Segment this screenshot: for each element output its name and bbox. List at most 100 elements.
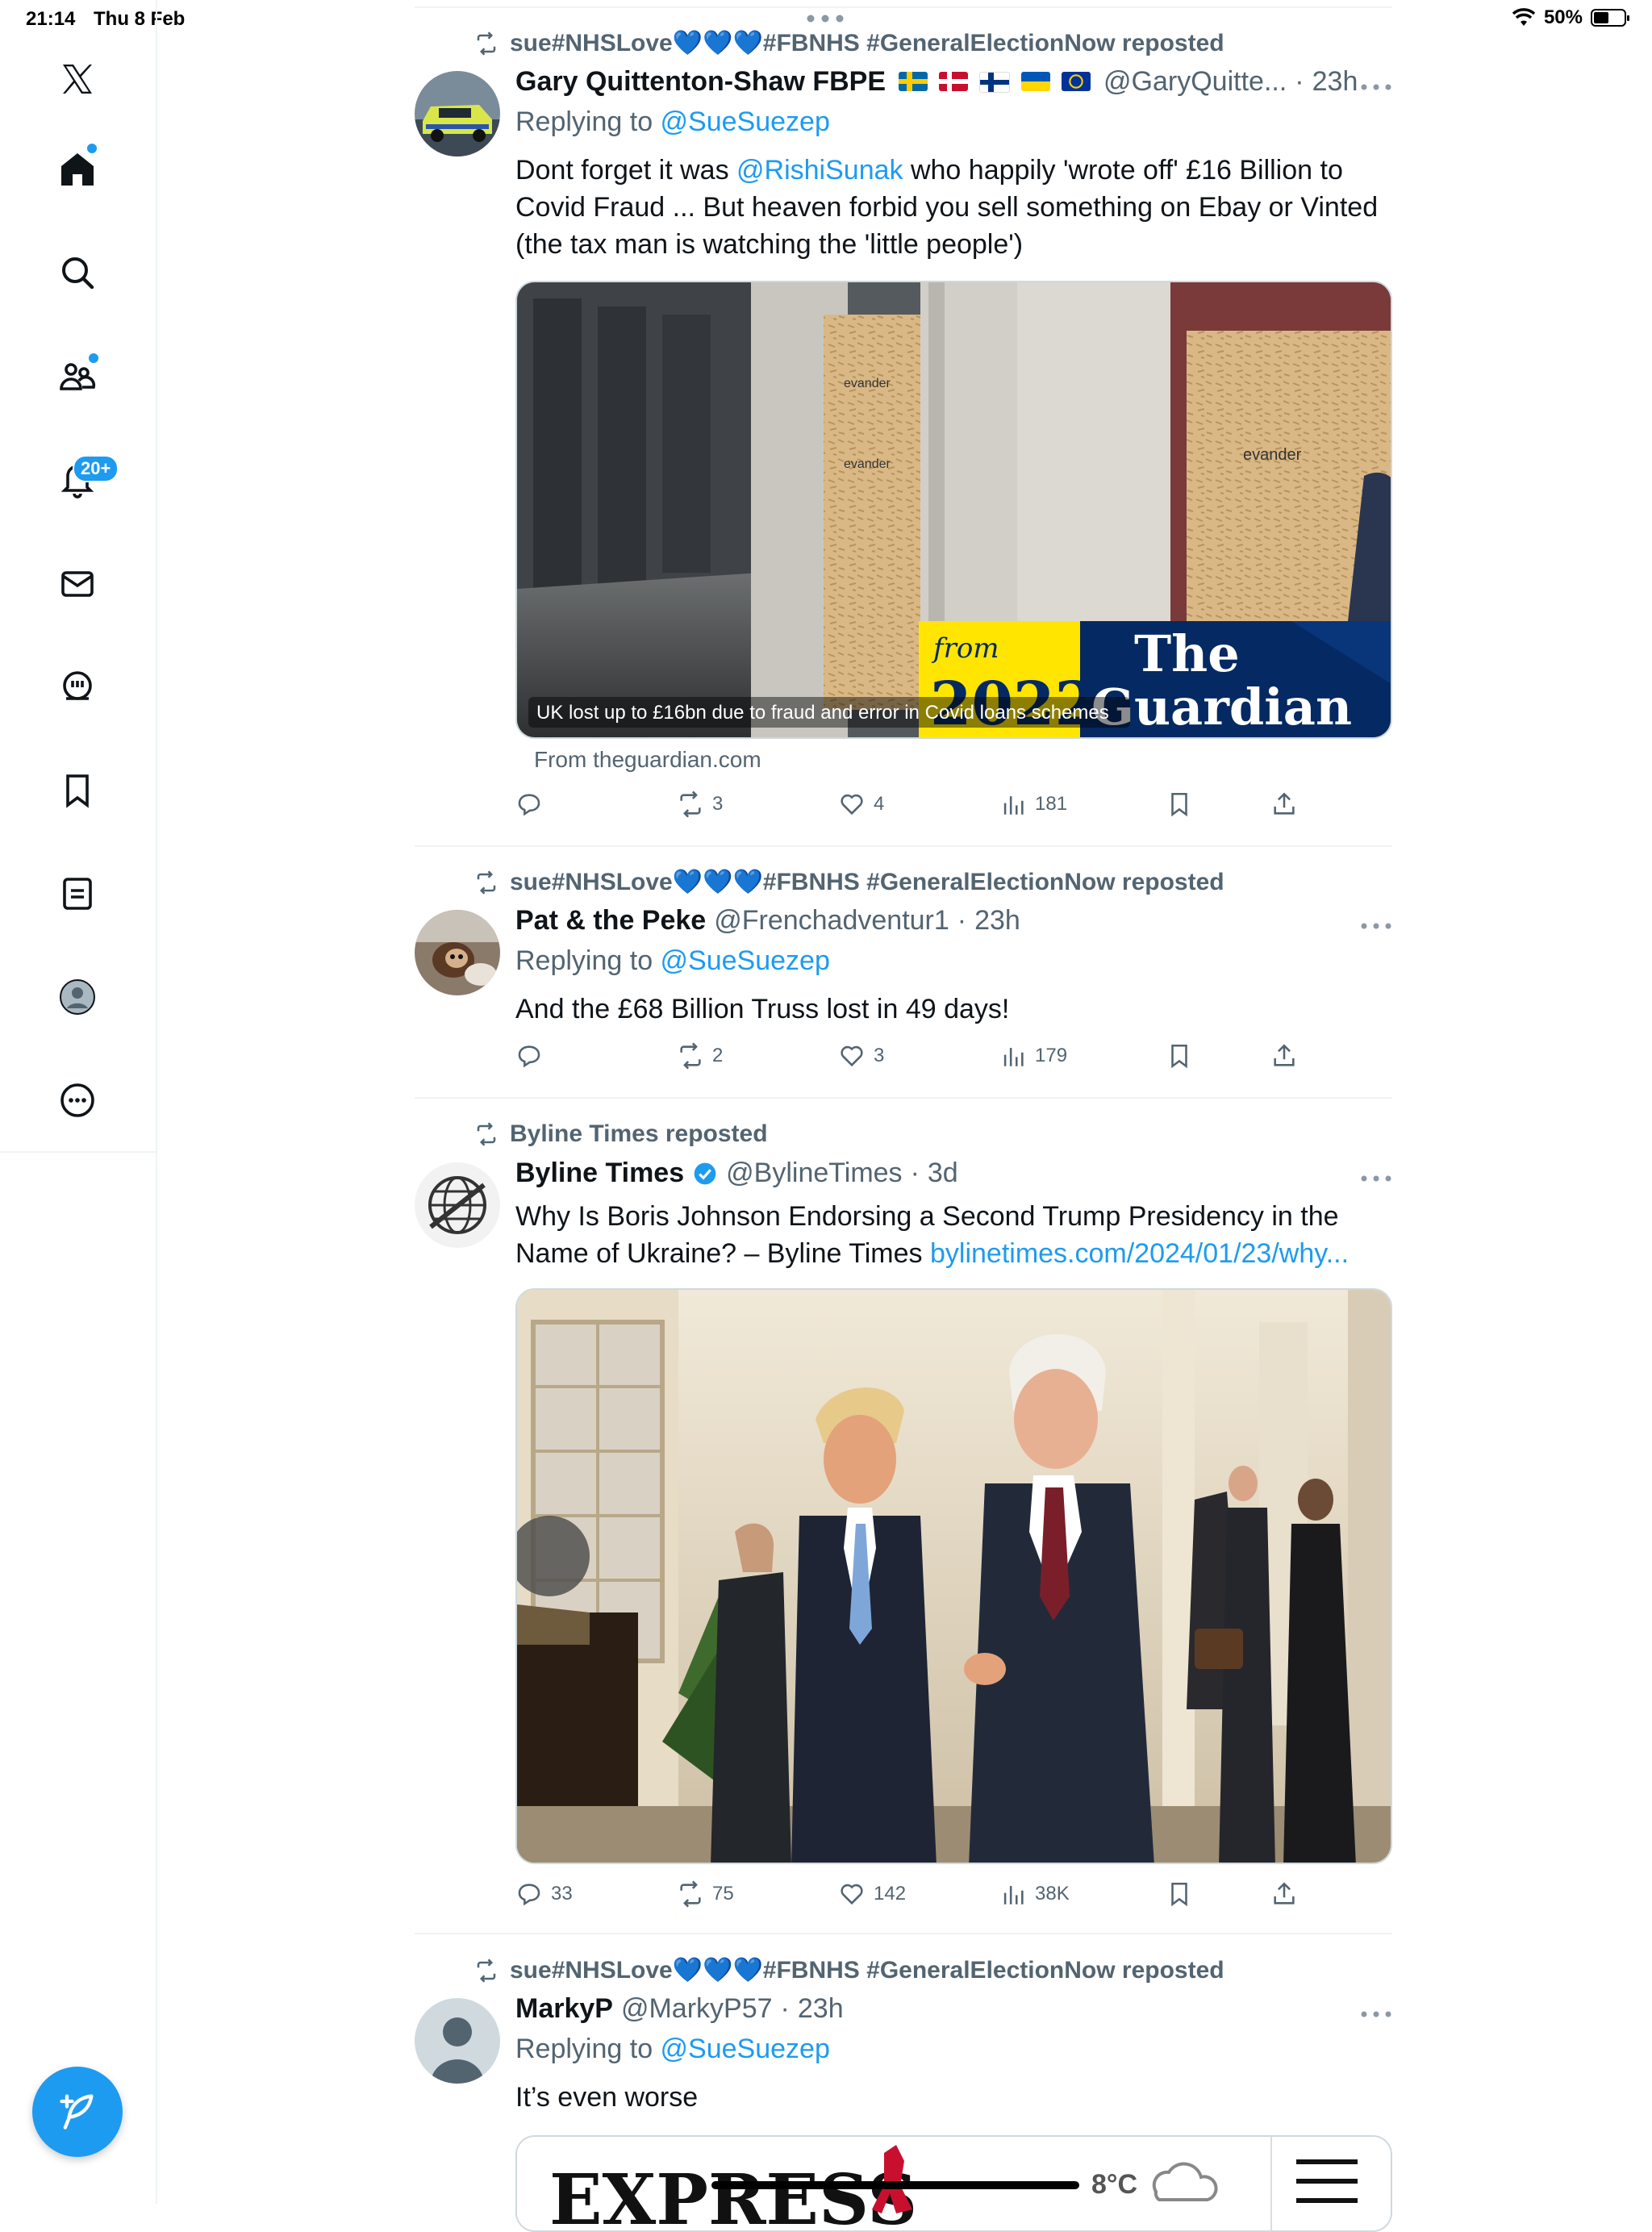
reply-icon — [518, 794, 540, 816]
card-from-label: from — [931, 632, 999, 665]
article-link[interactable]: bylinetimes.com/2024/01/23/why... — [930, 1238, 1349, 1269]
home-dot — [86, 142, 98, 155]
communities-icon[interactable] — [45, 344, 110, 408]
repost-button[interactable]: 75 — [677, 1880, 734, 1908]
more-icon[interactable] — [1360, 1174, 1392, 1183]
heart-icon — [841, 794, 863, 816]
x-logo-icon[interactable] — [45, 47, 110, 111]
action-bar: 33 75 142 38K — [515, 1880, 1392, 1913]
reply-mention-link[interactable]: @SueSuezep — [661, 945, 830, 976]
share-button[interactable] — [1270, 1880, 1298, 1908]
board-logo-text: evander — [1243, 446, 1302, 464]
repost-banner: sue#NHSLove💙💙💙#FBNHS #GeneralElectionNow… — [474, 1956, 1224, 1984]
separator-dot: · — [780, 1993, 790, 2024]
board-logo-text: evander — [844, 457, 891, 471]
grok-icon[interactable] — [45, 655, 110, 720]
tweet-pat[interactable]: sue#NHSLove💙💙💙#FBNHS #GeneralElectionNow… — [415, 863, 1392, 1097]
action-bar: 2 3 179 — [515, 1042, 1392, 1074]
compose-post-button[interactable] — [32, 2067, 123, 2157]
timestamp[interactable]: 23h — [1312, 66, 1358, 98]
display-name[interactable]: Pat & the Peke — [515, 905, 706, 937]
guardian-photo: evander evander evander from 2022 The Gu… — [517, 282, 1391, 737]
replying-to-prefix: Replying to — [515, 945, 661, 976]
bookmarks-icon[interactable] — [45, 758, 110, 823]
home-indicator[interactable] — [711, 2181, 1079, 2189]
bookmark-button[interactable] — [1166, 1880, 1193, 1908]
views-button[interactable]: 38K — [999, 1880, 1070, 1908]
share-icon — [1274, 1044, 1295, 1066]
tweet-image[interactable] — [515, 1288, 1392, 1864]
eu-flag-icon — [1062, 71, 1091, 91]
default-avatar[interactable] — [415, 1998, 500, 2084]
home-icon[interactable] — [45, 137, 110, 202]
messages-icon[interactable] — [45, 552, 110, 616]
like-button[interactable]: 142 — [838, 1880, 906, 1908]
avatar[interactable] — [415, 71, 500, 156]
reply-mention-link[interactable]: @SueSuezep — [661, 2034, 830, 2064]
like-button[interactable]: 4 — [838, 791, 884, 818]
tweet-markyp[interactable]: sue#NHSLove💙💙💙#FBNHS #GeneralElectionNow… — [415, 1951, 1392, 2232]
repost-text: sue#NHSLove💙💙💙#FBNHS #GeneralElectionNow… — [510, 30, 1224, 56]
heart-icon — [841, 1045, 863, 1067]
replying-to: Replying to @SueSuezep — [515, 945, 830, 977]
handle[interactable]: @MarkyP57 — [621, 1993, 773, 2025]
bookmark-button[interactable] — [1166, 791, 1193, 818]
timestamp[interactable]: 23h — [798, 1993, 844, 2025]
repost-count: 2 — [712, 1045, 724, 1066]
reply-button[interactable] — [515, 1042, 551, 1070]
more-icon[interactable] — [1360, 83, 1392, 91]
card-source[interactable]: From theguardian.com — [534, 747, 761, 773]
handle[interactable]: @GaryQuitte... — [1103, 66, 1287, 98]
tweet-byline[interactable]: Byline Times reposted Byline Times @Byli… — [415, 1116, 1392, 1918]
more-icon[interactable] — [1360, 922, 1392, 930]
denmark-flag-icon — [939, 71, 969, 91]
reply-mention-link[interactable]: @SueSuezep — [661, 106, 830, 137]
profile-avatar-icon[interactable] — [45, 965, 110, 1029]
share-button[interactable] — [1270, 1042, 1298, 1070]
link-card-image[interactable]: evander evander evander from 2022 The Gu… — [515, 281, 1392, 739]
reply-count: 33 — [551, 1883, 573, 1905]
like-button[interactable]: 3 — [838, 1042, 884, 1070]
search-icon[interactable] — [45, 240, 110, 305]
drag-handle-icon[interactable] — [807, 15, 844, 23]
repost-button[interactable]: 2 — [677, 1042, 723, 1070]
share-button[interactable] — [1270, 791, 1298, 818]
weather-temp: 8°C — [1091, 2169, 1137, 2200]
tweet-gary[interactable]: sue#NHSLove💙💙💙#FBNHS #GeneralElectionNow… — [415, 24, 1392, 839]
views-button[interactable]: 179 — [999, 1042, 1067, 1070]
reply-button[interactable] — [515, 791, 551, 818]
handle[interactable]: @Frenchadventur1 — [714, 905, 949, 937]
views-button[interactable]: 181 — [999, 791, 1067, 818]
card-caption: UK lost up to £16bn due to fraud and err… — [536, 702, 1109, 724]
views-icon — [1003, 796, 1024, 815]
avatar[interactable] — [415, 910, 500, 995]
more-options-icon[interactable] — [45, 1068, 110, 1133]
separator-dot: · — [910, 1158, 920, 1188]
more-icon[interactable] — [1360, 2010, 1392, 2018]
repost-text: sue#NHSLove💙💙💙#FBNHS #GeneralElectionNow… — [510, 1957, 1224, 1984]
display-name[interactable]: MarkyP — [515, 1993, 613, 2025]
status-right: 50% — [1512, 6, 1629, 29]
notifications-badge: 20+ — [73, 455, 119, 482]
card-publisher-line2: Guardian — [1091, 678, 1352, 736]
timestamp[interactable]: 23h — [974, 905, 1020, 937]
share-icon — [1274, 1882, 1295, 1905]
avatar[interactable] — [415, 1162, 500, 1248]
sweden-flag-icon — [899, 71, 928, 91]
mention-link[interactable]: @RishiSunak — [736, 155, 903, 186]
replying-to-prefix: Replying to — [515, 2034, 661, 2064]
repost-banner: sue#NHSLove💙💙💙#FBNHS #GeneralElectionNow… — [474, 868, 1224, 896]
handle[interactable]: @BylineTimes — [726, 1158, 902, 1189]
repost-icon — [680, 791, 701, 818]
display-name[interactable]: Gary Quittenton-Shaw FBPE — [515, 66, 886, 98]
bookmark-button[interactable] — [1166, 1042, 1193, 1070]
timestamp[interactable]: 3d — [928, 1158, 958, 1189]
bookmark-icon — [1171, 1044, 1187, 1069]
repost-icon — [680, 1880, 701, 1908]
replying-to-prefix: Replying to — [515, 106, 661, 137]
reply-button[interactable]: 33 — [515, 1880, 573, 1908]
repost-button[interactable]: 3 — [677, 791, 723, 818]
view-count: 179 — [1035, 1045, 1068, 1066]
lists-icon[interactable] — [45, 862, 110, 926]
display-name[interactable]: Byline Times — [515, 1158, 684, 1189]
